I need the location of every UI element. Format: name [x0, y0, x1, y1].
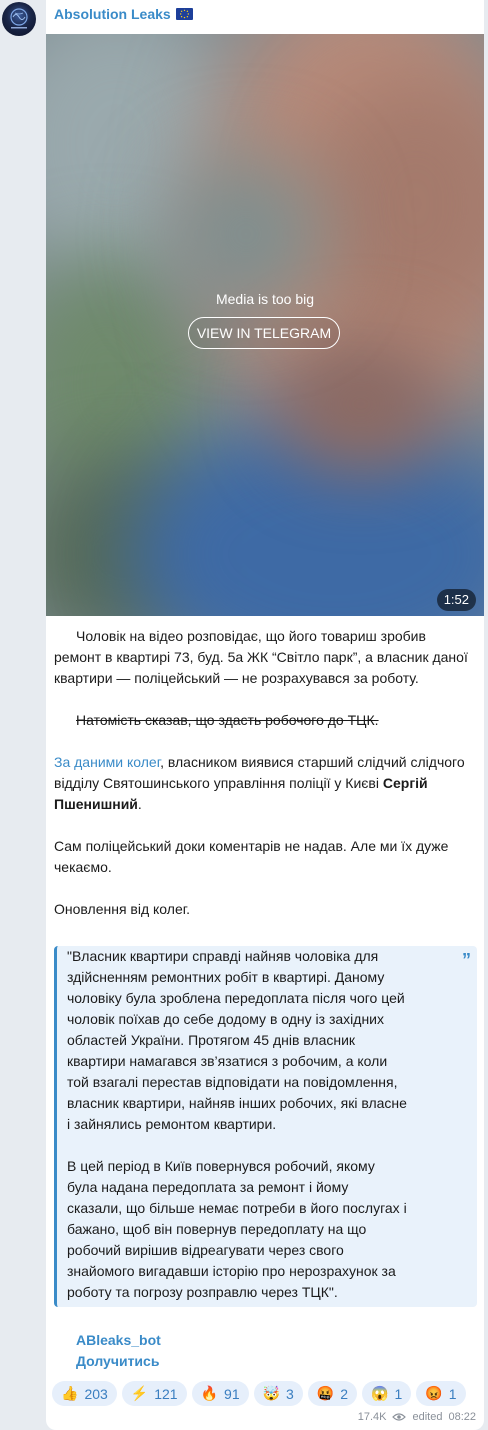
- angry-face-icon: 😡: [425, 1385, 443, 1401]
- view-count: 17.4K: [357, 1411, 387, 1423]
- colleagues-link[interactable]: За даними колег: [54, 754, 160, 770]
- message-meta: 17.4K edited 08:22: [358, 1411, 476, 1423]
- quote-paragraph-1: "Власник квартири справді найняв чоловік…: [67, 948, 407, 1132]
- mind-blown-icon: 🤯: [262, 1385, 281, 1401]
- post-paragraph-4: Сам поліцейський доки коментарів не нада…: [54, 838, 449, 875]
- reaction-count: 121: [154, 1385, 178, 1402]
- post-paragraph-3-end: .: [137, 796, 142, 812]
- channel-title[interactable]: Absolution Leaks: [54, 6, 193, 22]
- reaction-mind-blown[interactable]: 🤯 3: [253, 1381, 303, 1406]
- brain-logo-icon: [10, 8, 28, 29]
- post-paragraph-1: Чоловік на відео розповідає, що його тов…: [54, 628, 468, 686]
- reaction-count: 1: [394, 1385, 403, 1402]
- reaction-scream[interactable]: 😱 1: [362, 1381, 412, 1406]
- reaction-count: 2: [340, 1385, 349, 1402]
- post-paragraph-3: За даними колег, власником виявися старш…: [54, 752, 476, 815]
- reaction-cursing[interactable]: 🤬 2: [307, 1381, 358, 1406]
- eu-flag-icon: [175, 8, 193, 20]
- blockquote: ” "Власник квартири справді найняв чолов…: [54, 946, 477, 1307]
- post-paragraph-5: Оновлення від колег.: [54, 901, 191, 917]
- channel-name-text: Absolution Leaks: [54, 6, 171, 22]
- channel-avatar[interactable]: [2, 2, 36, 36]
- quote-icon: ”: [462, 950, 471, 970]
- lightning-icon: ⚡: [130, 1385, 149, 1401]
- reaction-fire[interactable]: 🔥 91: [191, 1381, 249, 1406]
- video-preview[interactable]: Media is too big VIEW IN TELEGRAM 1:52: [46, 34, 484, 616]
- quote-paragraph-2: В цей період в Київ повернувся робочий, …: [67, 1158, 407, 1300]
- fire-icon: 🔥: [200, 1385, 219, 1401]
- reactions-bar: 👍 203 ⚡ 121 🔥 91 🤯 3 🤬 2 😱 1 😡 1: [52, 1381, 466, 1406]
- post-paragraph-strikethrough: Натомість сказав, що здасть робочого до …: [76, 712, 379, 728]
- reaction-count: 3: [286, 1385, 294, 1402]
- reaction-angry[interactable]: 😡 1: [416, 1381, 466, 1406]
- bot-link[interactable]: ABleaks_bot: [76, 1332, 161, 1348]
- join-link[interactable]: Долучитись: [76, 1353, 159, 1369]
- message-bubble: Absolution Leaks Media is too big VIEW I…: [46, 0, 484, 1430]
- message-time: 08:22: [448, 1411, 476, 1423]
- scream-icon: 😱: [371, 1385, 389, 1401]
- edited-label: edited: [412, 1411, 443, 1423]
- reaction-thumbs-up[interactable]: 👍 203: [52, 1381, 117, 1406]
- reaction-lightning[interactable]: ⚡ 121: [121, 1381, 187, 1406]
- reaction-count: 203: [84, 1385, 108, 1402]
- view-in-telegram-button[interactable]: VIEW IN TELEGRAM: [188, 317, 340, 349]
- media-too-big-notice: Media is too big: [215, 291, 315, 307]
- reaction-count: 91: [224, 1385, 240, 1402]
- video-duration: 1:52: [436, 589, 476, 611]
- reaction-count: 1: [448, 1385, 457, 1402]
- thumbs-up-icon: 👍: [61, 1385, 79, 1401]
- eye-icon: [392, 1413, 407, 1421]
- cursing-face-icon: 🤬: [316, 1385, 335, 1401]
